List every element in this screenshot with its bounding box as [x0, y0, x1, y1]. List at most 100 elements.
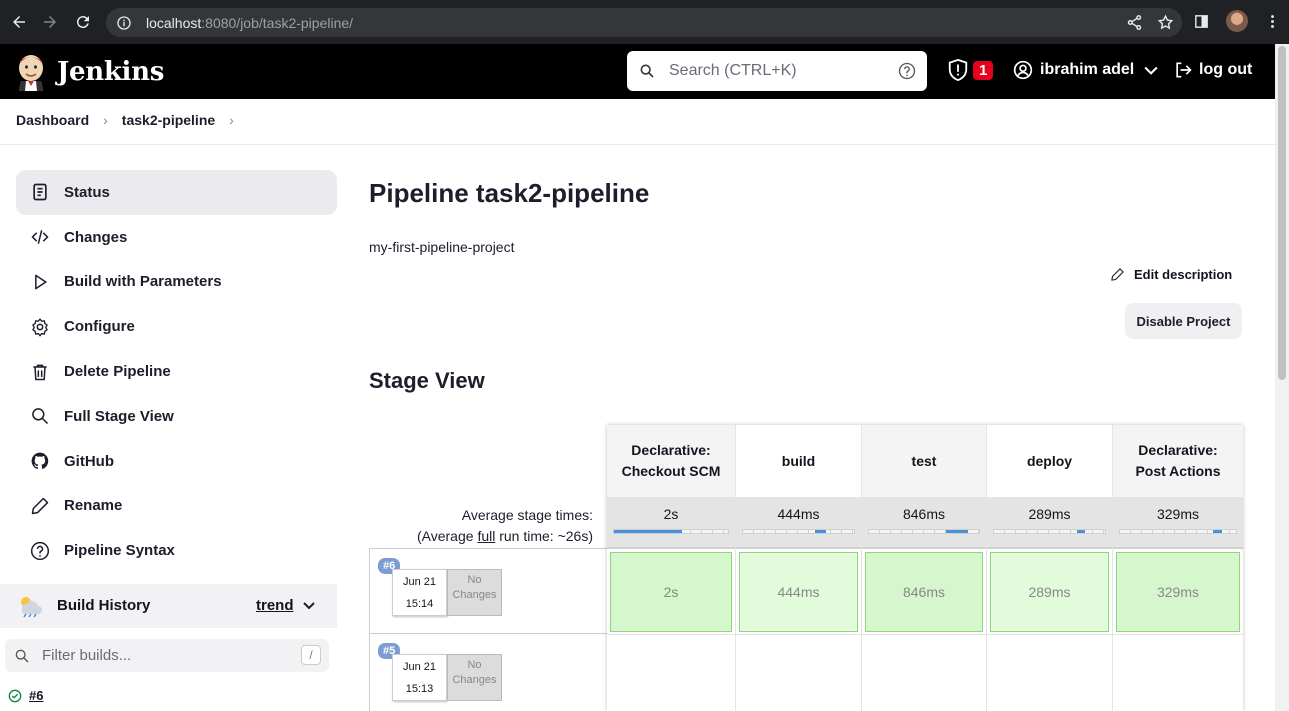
stage-view-heading: Stage View	[369, 368, 485, 393]
sidebar-item-label: Pipeline Syntax	[64, 542, 175, 560]
avg-label-line2: (Average full run time: ~26s)	[417, 526, 593, 547]
trend-link[interactable]: trend	[256, 597, 294, 614]
sidebar-item-configure[interactable]: Configure	[16, 304, 337, 349]
filter-builds-input[interactable]: Filter builds... /	[5, 639, 329, 672]
sidebar-item-github[interactable]: GitHub	[16, 439, 337, 484]
chevron-down-icon[interactable]	[1141, 60, 1161, 80]
stage-avg-bar-fill	[1212, 530, 1223, 533]
avg-suffix: run time: ~26s)	[495, 528, 593, 544]
stage-column: Declarative: Checkout SCM 2s 2s	[607, 425, 736, 711]
info-icon[interactable]	[116, 15, 132, 31]
sidebar-item-label: GitHub	[64, 452, 114, 470]
address-bar[interactable]: localhost:8080/job/task2-pipeline/	[106, 8, 1182, 37]
side-panel-icon[interactable]	[1193, 13, 1210, 30]
run-divider	[369, 633, 607, 634]
stage-cell[interactable]: 329ms	[1116, 552, 1240, 632]
run-divider	[369, 548, 607, 549]
search-icon	[32, 408, 49, 425]
logout-label[interactable]: log out	[1199, 61, 1252, 79]
breadcrumb-dashboard[interactable]: Dashboard	[16, 112, 89, 128]
bookmark-star-icon[interactable]	[1157, 14, 1174, 31]
filter-shortcut-key: /	[301, 645, 321, 665]
stage-header: deploy	[987, 425, 1112, 497]
sidebar-item-full-stage-view[interactable]: Full Stage View	[16, 394, 337, 439]
stage-avg-bar-fill	[946, 530, 968, 533]
sidebar-item-label: Status	[64, 183, 110, 201]
stage-column: Declarative: Post Actions 329ms 329ms	[1113, 425, 1243, 711]
user-name[interactable]: ibrahim adel	[1040, 61, 1134, 79]
run-date-time: 15:14	[405, 598, 434, 610]
stage-avg-bar-fill	[1077, 530, 1086, 533]
sidebar-item-changes[interactable]: Changes	[16, 215, 337, 260]
user-icon	[1013, 60, 1033, 80]
edit-description-link[interactable]: Edit description	[1110, 267, 1232, 282]
stage-cell[interactable]: 846ms	[865, 552, 983, 632]
stage-row-divider	[607, 634, 1243, 635]
stage-name-line1: Declarative:	[1138, 442, 1218, 458]
url-text: localhost:8080/job/task2-pipeline/	[146, 14, 354, 31]
security-count-badge: 1	[973, 60, 994, 80]
stage-avg-time: 2s	[663, 506, 679, 522]
reload-icon[interactable]	[68, 7, 98, 37]
sidebar-item-delete-pipeline[interactable]: Delete Pipeline	[16, 349, 337, 394]
security-alerts[interactable]: 1	[947, 58, 994, 82]
stage-header: Declarative: Checkout SCM	[607, 425, 735, 497]
avg-prefix: (Average	[416, 528, 478, 544]
average-stage-times-label: Average stage times: (Average full run t…	[417, 505, 593, 547]
run-changes[interactable]: No Changes	[447, 569, 502, 616]
build-link[interactable]: #6	[29, 688, 43, 703]
code-icon	[31, 230, 49, 245]
stage-column: deploy 289ms 289ms	[987, 425, 1113, 711]
back-icon[interactable]	[4, 7, 34, 37]
stage-name-line2: Post Actions	[1135, 463, 1221, 479]
sidebar-item-label: Rename	[64, 497, 123, 515]
stage-average: 289ms	[987, 497, 1112, 549]
trash-icon	[33, 364, 47, 380]
share-icon[interactable]	[1126, 14, 1143, 31]
avg-label-line1: Average stage times:	[461, 507, 593, 523]
success-check-icon	[8, 689, 22, 702]
run-date-time: 15:13	[405, 683, 434, 695]
stage-cell[interactable]: 289ms	[990, 552, 1109, 632]
stage-avg-bar	[613, 529, 729, 534]
sidebar-item-status[interactable]: Status	[16, 170, 337, 215]
kebab-menu-icon[interactable]	[1264, 13, 1281, 30]
stage-header: Declarative: Post Actions	[1113, 425, 1243, 497]
full-run-link[interactable]: full	[477, 528, 495, 544]
breadcrumb-task2-pipeline[interactable]: task2-pipeline	[122, 112, 215, 128]
logout-link[interactable]: log out	[1173, 60, 1252, 80]
stage-name-line1: test	[911, 452, 937, 469]
build-history-row[interactable]: #6	[8, 688, 43, 703]
pencil-icon	[1111, 268, 1124, 281]
chevron-right-icon[interactable]: ›	[229, 112, 234, 128]
forward-icon[interactable]	[35, 7, 65, 37]
sidebar-item-pipeline-syntax[interactable]: Pipeline Syntax	[16, 528, 337, 573]
stage-cell[interactable]: 2s	[610, 552, 732, 632]
scrollbar-thumb[interactable]	[1278, 46, 1286, 380]
search-input[interactable]: Search (CTRL+K)	[669, 62, 797, 80]
jenkins-brand[interactable]: Jenkins	[57, 57, 164, 87]
search-help-icon[interactable]	[898, 62, 916, 80]
jenkins-logo-icon[interactable]	[16, 53, 46, 91]
sidebar-item-build-with-parameters[interactable]: Build with Parameters	[16, 260, 337, 305]
gear-icon	[32, 318, 48, 337]
stage-avg-time: 289ms	[1028, 506, 1071, 522]
search-box[interactable]: Search (CTRL+K)	[627, 51, 927, 91]
build-history-title: Build History	[57, 597, 151, 614]
stage-avg-time: 329ms	[1156, 506, 1200, 522]
sidebar-item-rename[interactable]: Rename	[16, 484, 337, 529]
browser-profile-avatar[interactable]	[1226, 10, 1248, 32]
stage-cell[interactable]: 444ms	[739, 552, 858, 632]
user-menu[interactable]: ibrahim adel	[1013, 60, 1161, 80]
chevron-down-icon[interactable]	[302, 600, 316, 612]
run-date: Jun 21 15:14	[392, 569, 447, 616]
breadcrumb: Dashboard › task2-pipeline ›	[16, 112, 234, 128]
run-changes[interactable]: No Changes	[447, 654, 502, 701]
disable-project-button[interactable]: Disable Project	[1125, 303, 1242, 339]
page-scrollbar[interactable]	[1275, 44, 1289, 711]
side-panel: Status Changes Build with Parameters Con…	[16, 170, 337, 573]
stage-header: test	[862, 425, 986, 497]
sidebar-item-label: Delete Pipeline	[64, 363, 171, 381]
stage-name-line2: Checkout SCM	[621, 463, 721, 479]
help-icon	[30, 541, 50, 560]
